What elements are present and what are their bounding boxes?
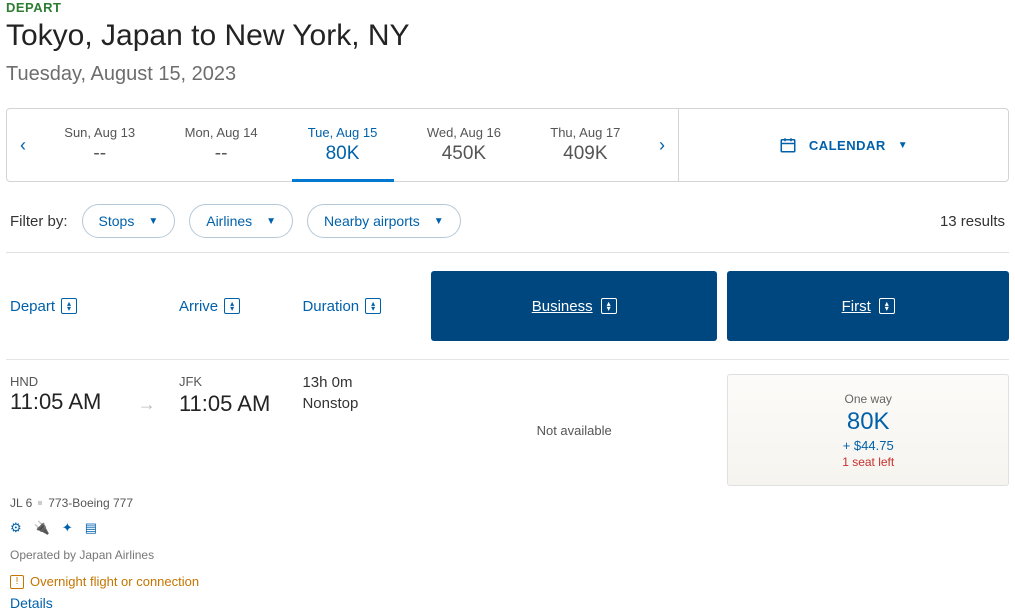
fare-tax: + $44.75 — [843, 438, 894, 453]
divider — [6, 252, 1009, 253]
calendar-button[interactable]: CALENDAR ▼ — [678, 109, 1008, 181]
sort-icon: ▴▾ — [224, 298, 240, 314]
warning-icon: ! — [10, 575, 24, 589]
date-cell-aug-16[interactable]: Wed, Aug 16 450K — [403, 109, 524, 181]
calendar-icon — [779, 136, 797, 154]
overnight-text: Overnight flight or connection — [30, 574, 199, 589]
filter-stops[interactable]: Stops ▼ — [82, 204, 176, 238]
calendar-label: CALENDAR — [809, 138, 886, 153]
date-prev-button[interactable]: ‹ — [7, 109, 39, 181]
date-cell-label: Tue, Aug 15 — [308, 125, 378, 140]
stops-value: Nonstop — [302, 395, 430, 412]
cabin-first-label: First — [842, 298, 871, 315]
date-cell-value: -- — [93, 143, 106, 165]
sort-icon: ▴▾ — [61, 298, 77, 314]
separator-dot — [38, 501, 42, 505]
arrive-airport: JFK — [179, 374, 303, 389]
sort-icon: ▴▾ — [879, 298, 895, 314]
chevron-down-icon: ▼ — [898, 140, 908, 151]
column-headers: Depart ▴▾ Arrive ▴▾ Duration ▴▾ Business… — [6, 271, 1009, 341]
sort-arrive[interactable]: Arrive ▴▾ — [179, 298, 240, 315]
filter-airlines-label: Airlines — [206, 213, 252, 229]
filter-row: Filter by: Stops ▼ Airlines ▼ Nearby air… — [6, 204, 1009, 238]
arrow-right-icon: → — [138, 394, 156, 415]
filter-airlines[interactable]: Airlines ▼ — [189, 204, 293, 238]
date-next-button[interactable]: › — [646, 109, 678, 181]
aircraft-type: 773-Boeing 777 — [48, 496, 133, 510]
cabin-business[interactable]: Business ▴▾ — [431, 271, 718, 341]
date-strip: ‹ Sun, Aug 13 -- Mon, Aug 14 -- Tue, Aug… — [6, 108, 1009, 182]
filter-label: Filter by: — [10, 213, 68, 230]
business-not-available: Not available — [537, 423, 612, 438]
date-cell-value: 80K — [326, 143, 360, 165]
date-cell-label: Mon, Aug 14 — [185, 125, 258, 140]
sort-depart-label: Depart — [10, 298, 55, 315]
date-cell-label: Sun, Aug 13 — [64, 125, 135, 140]
date-cell-aug-14[interactable]: Mon, Aug 14 -- — [160, 109, 281, 181]
power-icon: 🔌 — [34, 520, 50, 536]
flight-meta: JL 6 773-Boeing 777 — [6, 496, 1009, 510]
date-cell-aug-17[interactable]: Thu, Aug 17 409K — [525, 109, 646, 181]
date-cell-label: Wed, Aug 16 — [427, 125, 501, 140]
depart-time: 11:05 AM — [10, 389, 101, 414]
date-cell-value: 409K — [563, 143, 607, 165]
sort-depart[interactable]: Depart ▴▾ — [10, 298, 77, 315]
first-fare-box[interactable]: One way 80K + $44.75 1 seat left — [727, 374, 1009, 486]
date-cell-aug-15[interactable]: Tue, Aug 15 80K — [282, 109, 403, 181]
route-title: Tokyo, Japan to New York, NY — [6, 19, 1009, 53]
fare-points: 80K — [847, 408, 890, 436]
sort-arrive-label: Arrive — [179, 298, 218, 315]
overnight-notice: ! Overnight flight or connection — [6, 574, 1009, 589]
date-cell-value: -- — [215, 143, 228, 165]
filter-nearby-label: Nearby airports — [324, 213, 420, 229]
flight-number: JL 6 — [10, 496, 32, 510]
filter-nearby-airports[interactable]: Nearby airports ▼ — [307, 204, 461, 238]
operated-by: Operated by Japan Airlines — [6, 548, 1009, 562]
wifi-icon: ⚙ — [10, 520, 22, 536]
caret-down-icon: ▼ — [434, 216, 444, 227]
cabin-business-label: Business — [532, 298, 593, 315]
caret-down-icon: ▼ — [148, 216, 158, 227]
depart-airport: HND — [10, 374, 179, 389]
date-cell-aug-13[interactable]: Sun, Aug 13 -- — [39, 109, 160, 181]
date-cell-value: 450K — [442, 143, 486, 165]
flight-row: HND 11:05 AM → JFK 11:05 AM 13h 0m Nonst… — [6, 359, 1009, 486]
depart-label: DEPART — [6, 0, 1009, 15]
sort-duration-label: Duration — [302, 298, 359, 315]
amenity-row: ⚙ 🔌 ✦ ▤ — [6, 520, 1009, 536]
arrive-time: 11:05 AM — [179, 391, 303, 417]
cabin-first[interactable]: First ▴▾ — [727, 271, 1009, 341]
duration-value: 13h 0m — [302, 374, 430, 391]
caret-down-icon: ▼ — [266, 216, 276, 227]
sort-duration[interactable]: Duration ▴▾ — [302, 298, 381, 315]
entertainment-icon: ✦ — [62, 520, 73, 536]
filter-stops-label: Stops — [99, 213, 135, 229]
details-link[interactable]: Details — [6, 595, 53, 611]
fare-type: One way — [845, 392, 892, 406]
date-subtitle: Tuesday, August 15, 2023 — [6, 63, 1009, 86]
sort-icon: ▴▾ — [365, 298, 381, 314]
date-cell-label: Thu, Aug 17 — [550, 125, 620, 140]
sort-icon: ▴▾ — [601, 298, 617, 314]
fare-seats: 1 seat left — [842, 455, 894, 469]
results-count: 13 results — [940, 213, 1005, 230]
seat-icon: ▤ — [85, 520, 97, 536]
